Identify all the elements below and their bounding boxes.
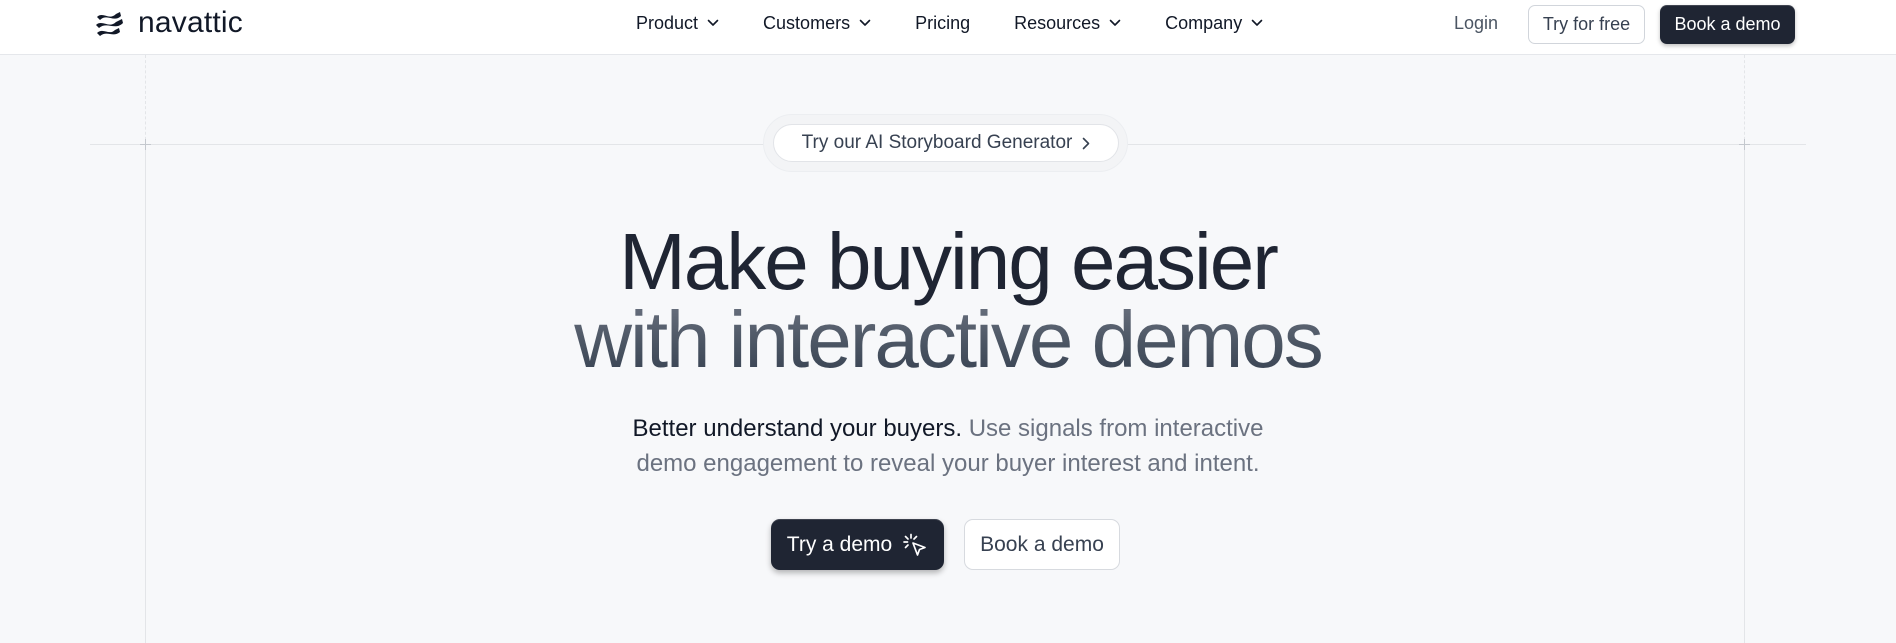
guide-line-left-top [145,55,146,145]
try-a-demo-button[interactable]: Try a demo [771,519,944,570]
guide-line-left [145,144,146,643]
book-demo-header-button[interactable]: Book a demo [1660,5,1795,44]
chevron-down-icon [859,19,871,26]
plus-marker-icon [1739,139,1750,150]
hero-subtitle-line-2: demo engagement to reveal your buyer int… [636,450,1260,477]
nav-item-pricing[interactable]: Pricing [915,13,970,34]
subtitle-lead: Better understand your buyers. [632,415,963,442]
ai-storyboard-generator-link[interactable]: Try our AI Storyboard Generator [773,124,1119,162]
chevron-right-icon [1083,137,1090,149]
hero-subtitle-line-1: Better understand your buyers. Use signa… [0,411,1896,446]
book-a-demo-button[interactable]: Book a demo [964,519,1120,570]
announcement-pill-frame: Try our AI Storyboard Generator [763,114,1128,172]
logo-wordmark: navattic [138,6,243,39]
click-cursor-icon [903,533,927,556]
chevron-down-icon [1251,19,1263,26]
navattic-logo[interactable]: navattic [94,5,243,41]
nav-item-label: Product [636,12,699,33]
nav-item-label: Company [1165,12,1243,33]
nav-item-label: Resources [1014,12,1101,33]
nav-item-customers[interactable]: Customers [763,13,871,34]
guide-line-right [1744,144,1745,643]
logo-waves-icon [96,12,123,36]
nav-item-product[interactable]: Product [636,13,719,34]
chevron-down-icon [1109,19,1121,26]
announcement-label: Try our AI Storyboard Generator [801,132,1073,153]
main-nav: Product Customers Pricing Resources Comp… [636,8,1263,38]
chevron-down-icon [707,19,719,26]
nav-item-label: Pricing [915,12,971,33]
nav-item-label: Customers [763,12,851,33]
guide-line-right-top [1744,55,1745,145]
subtitle-rest: Use signals from interactive [962,415,1264,442]
try-for-free-button[interactable]: Try for free [1528,5,1645,44]
hero-title-line-2: with interactive demos [0,300,1896,380]
hero-subtitle: Better understand your buyers. Use signa… [0,411,1896,481]
nav-item-company[interactable]: Company [1165,13,1263,34]
plus-marker-icon [140,139,151,150]
login-link[interactable]: Login [1454,13,1498,34]
hero-cta-row: Try a demo Book a demo [771,519,1120,570]
top-navigation-bar: navattic Product Customers Pricing Resou… [0,0,1896,55]
hero-title-line-1: Make buying easier [619,217,1279,306]
nav-item-resources[interactable]: Resources [1014,13,1121,34]
try-a-demo-label: Try a demo [786,532,893,556]
